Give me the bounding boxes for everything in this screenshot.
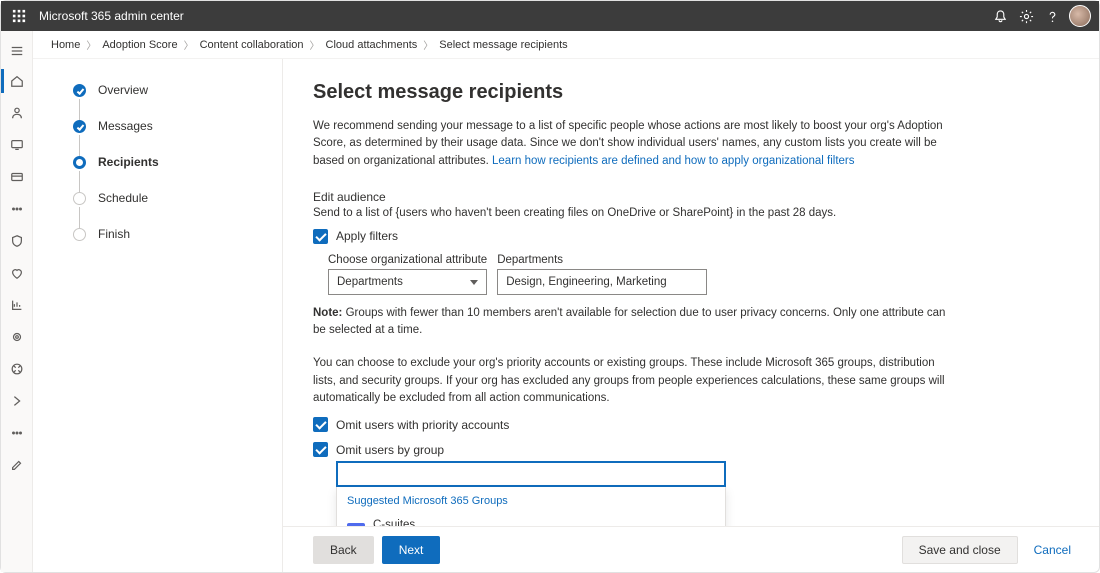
breadcrumb-item[interactable]: Cloud attachments bbox=[326, 39, 418, 51]
wizard-step-label: Recipients bbox=[98, 155, 159, 169]
cancel-button[interactable]: Cancel bbox=[1030, 543, 1075, 557]
circle-empty-icon bbox=[73, 192, 86, 205]
send-to-text: Send to a list of {users who haven't bee… bbox=[313, 207, 1059, 219]
breadcrumb-item[interactable]: Adoption Score bbox=[102, 39, 177, 51]
intro-paragraph: We recommend sending your message to a l… bbox=[313, 118, 953, 170]
circle-current-icon bbox=[73, 156, 86, 169]
save-close-button[interactable]: Save and close bbox=[902, 536, 1018, 564]
wizard-step-label: Schedule bbox=[98, 191, 148, 205]
hamburger-icon[interactable] bbox=[1, 37, 32, 65]
breadcrumb: Home 〉 Adoption Score 〉 Content collabor… bbox=[33, 31, 1099, 59]
group-suggestions-panel: Suggested Microsoft 365 Groups CS C-suit… bbox=[336, 487, 726, 526]
wizard-step-recipients[interactable]: Recipients bbox=[73, 155, 262, 191]
chevron-right-icon: 〉 bbox=[310, 37, 320, 52]
omit-priority-checkbox[interactable] bbox=[313, 417, 328, 432]
back-button[interactable]: Back bbox=[313, 536, 374, 564]
group-search-input[interactable] bbox=[336, 461, 726, 487]
nav-settings-icon[interactable] bbox=[1, 321, 32, 353]
dept-label: Departments bbox=[497, 254, 707, 266]
avatar[interactable] bbox=[1069, 5, 1091, 27]
wizard-step-overview[interactable]: Overview bbox=[73, 83, 262, 119]
app-launcher-icon[interactable] bbox=[9, 6, 29, 26]
wizard-footer: Back Next Save and close Cancel bbox=[283, 526, 1099, 572]
group-name: C-suites bbox=[373, 519, 474, 526]
next-button[interactable]: Next bbox=[382, 536, 441, 564]
nav-setup-icon[interactable] bbox=[1, 385, 32, 417]
apply-filters-label: Apply filters bbox=[336, 229, 398, 243]
learn-more-link[interactable]: Learn how recipients are defined and how… bbox=[492, 155, 854, 167]
suggestions-heading: Suggested Microsoft 365 Groups bbox=[337, 487, 725, 513]
help-icon[interactable] bbox=[1039, 1, 1065, 31]
circle-check-icon bbox=[73, 84, 86, 97]
wizard-step-label: Messages bbox=[98, 119, 153, 133]
breadcrumb-item[interactable]: Content collaboration bbox=[200, 39, 304, 51]
note-text: Note: Groups with fewer than 10 members … bbox=[313, 305, 953, 340]
exclude-paragraph: You can choose to exclude your org's pri… bbox=[313, 355, 953, 407]
notifications-icon[interactable] bbox=[987, 1, 1013, 31]
nav-ellipsis-icon[interactable] bbox=[1, 193, 32, 225]
nav-home-icon[interactable] bbox=[1, 65, 32, 97]
wizard-step-finish[interactable]: Finish bbox=[73, 227, 262, 241]
wizard-step-schedule[interactable]: Schedule bbox=[73, 191, 262, 227]
product-title: Microsoft 365 admin center bbox=[39, 9, 987, 23]
circle-check-icon bbox=[73, 120, 86, 133]
global-header: Microsoft 365 admin center bbox=[1, 1, 1099, 31]
nav-rail bbox=[1, 31, 33, 572]
org-attr-label: Choose organizational attribute bbox=[328, 254, 487, 266]
page-title: Select message recipients bbox=[313, 81, 1059, 104]
chevron-right-icon: 〉 bbox=[423, 37, 433, 52]
apply-filters-checkbox[interactable] bbox=[313, 229, 328, 244]
breadcrumb-item[interactable]: Home bbox=[51, 39, 80, 51]
breadcrumb-item[interactable]: Select message recipients bbox=[439, 39, 567, 51]
nav-billing-icon[interactable] bbox=[1, 161, 32, 193]
nav-users-icon[interactable] bbox=[1, 97, 32, 129]
wizard-step-messages[interactable]: Messages bbox=[73, 119, 262, 155]
omit-by-group-checkbox[interactable] bbox=[313, 442, 328, 457]
nav-devices-icon[interactable] bbox=[1, 129, 32, 161]
chevron-right-icon: 〉 bbox=[184, 37, 194, 52]
circle-empty-icon bbox=[73, 228, 86, 241]
chevron-right-icon: 〉 bbox=[86, 37, 96, 52]
group-suggestion-item[interactable]: CS C-suites c-suites@contoso.com bbox=[337, 513, 725, 526]
wizard-step-label: Overview bbox=[98, 83, 148, 97]
omit-priority-label: Omit users with priority accounts bbox=[336, 418, 509, 432]
wizard-nav: Overview Messages Recipients Schedule Fi… bbox=[33, 59, 283, 572]
nav-support-icon[interactable] bbox=[1, 353, 32, 385]
omit-by-group-label: Omit users by group bbox=[336, 443, 444, 457]
nav-health-icon[interactable] bbox=[1, 257, 32, 289]
dept-input[interactable]: Design, Engineering, Marketing bbox=[497, 269, 707, 295]
wizard-step-label: Finish bbox=[98, 227, 130, 241]
edit-audience-heading: Edit audience bbox=[313, 190, 1059, 204]
nav-security-icon[interactable] bbox=[1, 225, 32, 257]
org-attr-select[interactable]: Departments bbox=[328, 269, 487, 295]
nav-edit-icon[interactable] bbox=[1, 449, 32, 481]
settings-icon[interactable] bbox=[1013, 1, 1039, 31]
nav-reports-icon[interactable] bbox=[1, 289, 32, 321]
nav-more-icon[interactable] bbox=[1, 417, 32, 449]
